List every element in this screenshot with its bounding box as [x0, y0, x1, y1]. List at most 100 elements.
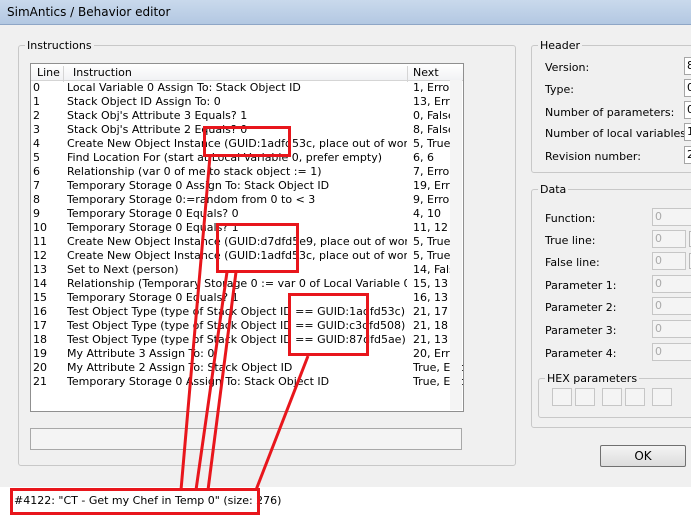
false-line-field[interactable]: 0 [652, 252, 686, 270]
column-header-instruction[interactable]: Instruction [73, 66, 132, 79]
type-field[interactable]: 0 [684, 79, 691, 97]
instruction-cell: Stack Obj's Attribute 3 Equals? 1 [67, 109, 248, 122]
instruction-cell: Test Object Type (type of Stack Object I… [67, 305, 406, 318]
line-cell: 21 [33, 375, 47, 388]
hex-parameters-legend: HEX parameters [547, 372, 638, 385]
params-field[interactable]: 0 [684, 101, 691, 119]
line-cell: 4 [33, 137, 40, 150]
instructions-legend: Instructions [27, 39, 92, 52]
instruction-cell: Create New Object Instance (GUID:1adfd53… [67, 249, 407, 262]
table-row[interactable]: 16 Test Object Type (type of Stack Object… [31, 305, 463, 319]
table-row[interactable]: 3 Stack Obj's Attribute 2 Equals? 0 8, Fal… [31, 123, 463, 137]
table-row[interactable]: 21 Temporary Storage 0 Assign To: Stack O… [31, 375, 463, 389]
table-row[interactable]: 0 Local Variable 0 Assign To: Stack Objec… [31, 81, 463, 95]
function-field[interactable]: 0 [652, 208, 691, 226]
true-line-field[interactable]: 0 [652, 230, 686, 248]
hex-box-5[interactable] [652, 388, 672, 406]
line-cell: 19 [33, 347, 47, 360]
line-cell: 6 [33, 165, 40, 178]
instructions-rows: 0 Local Variable 0 Assign To: Stack Objec… [31, 81, 463, 389]
table-row[interactable]: 7 Temporary Storage 0 Assign To: Stack Ob… [31, 179, 463, 193]
parameter2-field[interactable]: 0 [652, 297, 691, 315]
instruction-cell: Test Object Type (type of Stack Object I… [67, 333, 406, 346]
version-field[interactable]: 8 [684, 57, 691, 75]
line-cell: 14 [33, 277, 47, 290]
parameter3-field[interactable]: 0 [652, 320, 691, 338]
ok-button[interactable]: OK [600, 445, 686, 467]
instruction-cell: Stack Obj's Attribute 2 Equals? 0 [67, 123, 248, 136]
locals-field[interactable]: 1 [684, 123, 691, 141]
footer-text: #4122: "CT - Get my Chef in Temp 0" (siz… [14, 494, 282, 507]
instructions-list[interactable]: Line Instruction Next 0 Local Variable 0 … [30, 63, 464, 412]
instruction-status-field [30, 428, 462, 450]
table-row[interactable]: 11 Create New Object Instance (GUID:d7dfd… [31, 235, 463, 249]
instructions-list-header: Line Instruction Next [31, 64, 463, 82]
parameter4-field[interactable]: 0 [652, 343, 691, 361]
line-cell: 18 [33, 333, 47, 346]
instruction-cell: Local Variable 0 Assign To: Stack Object… [67, 81, 301, 94]
column-header-line[interactable]: Line [37, 66, 60, 79]
revision-label: Revision number: [545, 150, 641, 163]
parameter3-label: Parameter 3: [545, 324, 617, 337]
column-header-next[interactable]: Next [413, 66, 439, 79]
type-label: Type: [545, 83, 574, 96]
table-row[interactable]: 4 Create New Object Instance (GUID:1adfd5… [31, 137, 463, 151]
line-cell: 7 [33, 179, 40, 192]
instruction-cell: Temporary Storage 0 Assign To: Stack Obj… [67, 375, 330, 388]
table-row[interactable]: 1 Stack Object ID Assign To: 0 13, Error [31, 95, 463, 109]
function-label: Function: [545, 212, 596, 225]
table-row[interactable]: 12 Create New Object Instance (GUID:1adfd… [31, 249, 463, 263]
hex-box-1[interactable] [552, 388, 572, 406]
line-cell: 12 [33, 249, 47, 262]
table-row[interactable]: 9 Temporary Storage 0 Equals? 0 4, 10 [31, 207, 463, 221]
instruction-cell: Temporary Storage 0:=random from 0 to < … [67, 193, 316, 206]
table-row[interactable]: 5 Find Location For (start at Local Varia… [31, 151, 463, 165]
table-row[interactable]: 10 Temporary Storage 0 Equals? 1 11, 12 [31, 221, 463, 235]
table-row[interactable]: 13 Set to Next (person) 14, False [31, 263, 463, 277]
line-cell: 9 [33, 207, 40, 220]
instruction-cell: Find Location For (start at Local Variab… [67, 151, 382, 164]
data-legend: Data [540, 183, 567, 196]
locals-label: Number of local variables: [545, 127, 690, 140]
line-cell: 15 [33, 291, 47, 304]
instruction-cell: Relationship (Temporary Storage 0 := var… [67, 277, 407, 290]
hex-box-3[interactable] [602, 388, 622, 406]
header-legend: Header [540, 39, 581, 52]
instruction-cell: Temporary Storage 0 Equals? 1 [67, 291, 239, 304]
parameter1-label: Parameter 1: [545, 279, 617, 292]
table-row[interactable]: 14 Relationship (Temporary Storage 0 := v… [31, 277, 463, 291]
table-row[interactable]: 19 My Attribute 3 Assign To: 0 20, Error [31, 347, 463, 361]
hex-box-2[interactable] [575, 388, 595, 406]
parameter1-field[interactable]: 0 [652, 275, 691, 293]
hex-box-4[interactable] [625, 388, 645, 406]
line-cell: 8 [33, 193, 40, 206]
instruction-cell: Temporary Storage 0 Equals? 1 [67, 221, 239, 234]
table-row[interactable]: 2 Stack Obj's Attribute 3 Equals? 1 0, Fal… [31, 109, 463, 123]
line-cell: 20 [33, 361, 47, 374]
table-row[interactable]: 18 Test Object Type (type of Stack Object… [31, 333, 463, 347]
instruction-cell: My Attribute 2 Assign To: Stack Object I… [67, 361, 293, 374]
instruction-cell: Temporary Storage 0 Equals? 0 [67, 207, 239, 220]
parameter2-label: Parameter 2: [545, 301, 617, 314]
instruction-cell: Stack Object ID Assign To: 0 [67, 95, 221, 108]
line-cell: 5 [33, 151, 40, 164]
instruction-cell: Create New Object Instance (GUID:d7dfd5e… [67, 235, 407, 248]
line-cell: 17 [33, 319, 47, 332]
table-row[interactable]: 15 Temporary Storage 0 Equals? 1 16, 13 [31, 291, 463, 305]
table-row[interactable]: 20 My Attribute 2 Assign To: Stack Object… [31, 361, 463, 375]
line-cell: 1 [33, 95, 40, 108]
line-cell: 0 [33, 81, 40, 94]
false-line-label: False line: [545, 256, 600, 269]
line-cell: 3 [33, 123, 40, 136]
table-row[interactable]: 17 Test Object Type (type of Stack Object… [31, 319, 463, 333]
instructions-scrollbar[interactable] [450, 80, 462, 410]
instruction-cell: Temporary Storage 0 Assign To: Stack Obj… [67, 179, 330, 192]
table-row[interactable]: 8 Temporary Storage 0:=random from 0 to <… [31, 193, 463, 207]
table-row[interactable]: 6 Relationship (var 0 of me to stack obje… [31, 165, 463, 179]
params-label: Number of parameters: [545, 106, 675, 119]
instruction-cell: Relationship (var 0 of me to stack objec… [67, 165, 322, 178]
true-line-label: True line: [545, 234, 596, 247]
line-cell: 2 [33, 109, 40, 122]
instruction-cell: Create New Object Instance (GUID:1adfd53… [67, 137, 407, 150]
revision-field[interactable]: 2 [684, 146, 691, 164]
